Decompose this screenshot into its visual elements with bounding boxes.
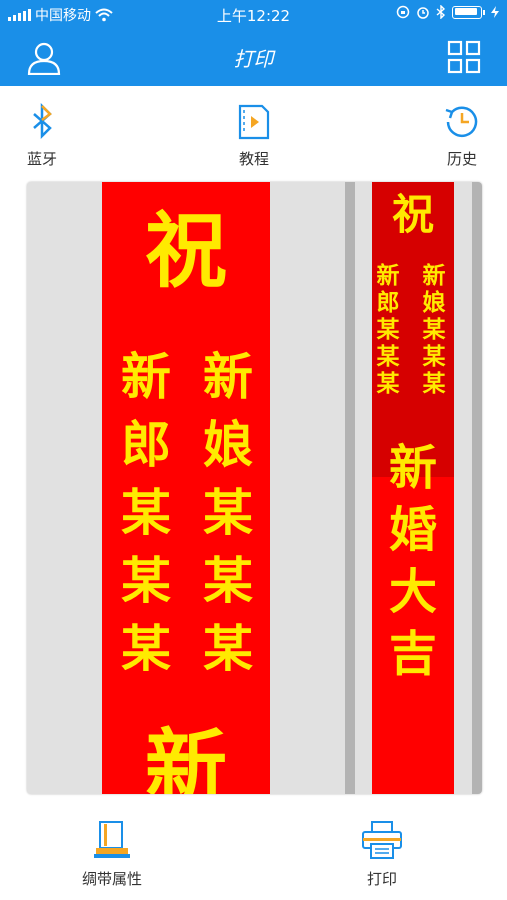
- status-right: [396, 5, 499, 19]
- ribbon-char: 新: [203, 347, 253, 406]
- ribbon-char: 娘: [422, 289, 446, 316]
- ribbon-props-label: 绸带属性: [81, 870, 142, 888]
- print-button[interactable]: 打印: [322, 818, 442, 889]
- bluetooth-icon: [33, 102, 52, 140]
- bottom-bar: 绸带属性 打印: [0, 800, 507, 900]
- ribbon-front-big-char: 祝: [144, 203, 227, 299]
- ribbon-char: 某: [203, 551, 253, 610]
- tutorial-label: 教程: [238, 150, 269, 168]
- bluetooth-button[interactable]: 蓝牙: [2, 96, 82, 169]
- ribbon-char: 娘: [203, 415, 253, 474]
- ribbon-char: 郎: [121, 415, 171, 474]
- grid-icon[interactable]: [447, 40, 481, 74]
- ribbon-props-button[interactable]: 绸带属性: [52, 818, 172, 889]
- ribbon-char: 某: [121, 551, 171, 610]
- ribbon-char: 新: [376, 262, 400, 289]
- ribbon-back-phrase: 新 婚 大 吉: [383, 444, 443, 678]
- ribbon-char: 某: [121, 619, 171, 678]
- print-label: 打印: [366, 870, 397, 888]
- ribbon-front[interactable]: 祝 新 郎 某 某 某 新 娘 某 某 某 新: [102, 182, 270, 794]
- ribbon-preview[interactable]: 祝 新 郎 某 某 某 新 娘 某 某 某 新 祝 新 郎 某 某 某 新 娘: [27, 182, 482, 794]
- ribbon-char: 新: [422, 262, 446, 289]
- printer-icon: [362, 821, 402, 859]
- ribbon-back-right-col: 新 娘 某 某 某: [409, 264, 459, 395]
- ribbon-char: 大: [388, 564, 437, 620]
- ribbon-front-right-col: 新 娘 某 某 某: [198, 352, 258, 674]
- nav-bar: 打印: [0, 28, 507, 86]
- bluetooth-label: 蓝牙: [26, 150, 57, 168]
- ribbon-char: 某: [376, 316, 400, 343]
- rotation-lock-icon: [396, 5, 410, 19]
- history-button[interactable]: 历史: [422, 96, 502, 169]
- page-title: 打印: [233, 47, 274, 71]
- status-bar: 中国移动 上午12:22: [0, 0, 507, 28]
- charging-icon: [491, 6, 499, 18]
- ribbon-char: 郎: [376, 289, 400, 316]
- ribbon-gap-strip: [345, 182, 355, 794]
- ribbon-char: 某: [422, 343, 446, 370]
- ribbon-back-big-char: 祝: [391, 190, 434, 239]
- toolbar: 蓝牙 教程 历史: [0, 96, 507, 176]
- ribbon-char: 某: [422, 370, 446, 397]
- ribbon-back[interactable]: 祝 新 郎 某 某 某 新 娘 某 某 某 新 婚 大 吉: [372, 182, 454, 794]
- tutorial-icon: [238, 104, 270, 140]
- tutorial-button[interactable]: 教程: [214, 96, 294, 169]
- ribbon-char: 新: [121, 347, 171, 406]
- ribbon-char: 新: [388, 440, 437, 496]
- ribbon-front-bottom-char: 新: [144, 720, 227, 794]
- battery-tip: [483, 9, 485, 15]
- history-label: 历史: [446, 150, 477, 168]
- battery-icon: [452, 5, 482, 19]
- ribbon-char: 吉: [388, 626, 437, 682]
- ribbon-char: 某: [376, 343, 400, 370]
- ribbon-char: 婚: [388, 502, 437, 558]
- ribbon-edge-strip: [472, 182, 482, 794]
- bluetooth-status-icon: [436, 5, 446, 19]
- ribbon-roll-icon: [94, 821, 130, 858]
- history-icon: [445, 106, 478, 138]
- ribbon-char: 某: [376, 370, 400, 397]
- ribbon-front-left-col: 新 郎 某 某 某: [116, 352, 176, 674]
- alarm-icon: [417, 7, 429, 19]
- ribbon-char: 某: [203, 619, 253, 678]
- ribbon-char: 某: [422, 316, 446, 343]
- ribbon-char: 某: [203, 483, 253, 542]
- ribbon-char: 某: [121, 483, 171, 542]
- ribbon-back-left-col: 新 郎 某 某 某: [363, 264, 413, 395]
